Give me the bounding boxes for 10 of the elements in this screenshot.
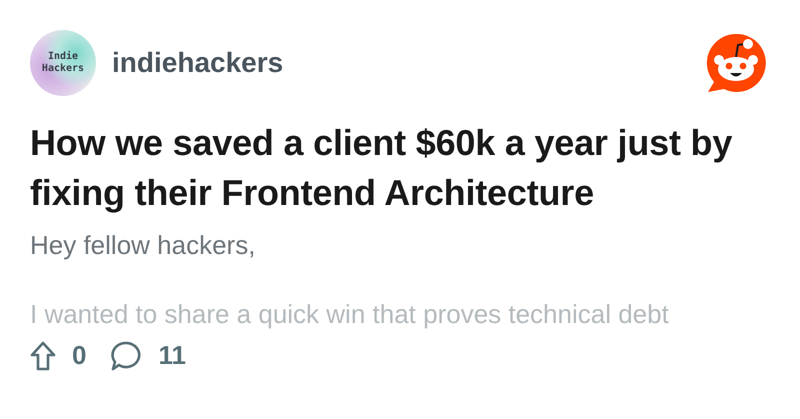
speech-bubble-logo-icon [704,32,768,94]
community-name[interactable]: indiehackers [112,42,284,84]
upvote-icon[interactable] [30,340,56,370]
upvote-count: 0 [72,339,86,372]
comment-icon[interactable] [110,340,142,370]
comment-count: 11 [158,339,186,372]
post-title[interactable]: How we saved a client $60k a year just by fixing their Frontend Architecture [30,118,750,218]
post-greeting: Hey fellow hackers, [30,229,256,262]
post-preview: I wanted to share a quick win that proves technical debt [30,298,670,331]
logo-text: Indie Hackers [40,50,86,76]
